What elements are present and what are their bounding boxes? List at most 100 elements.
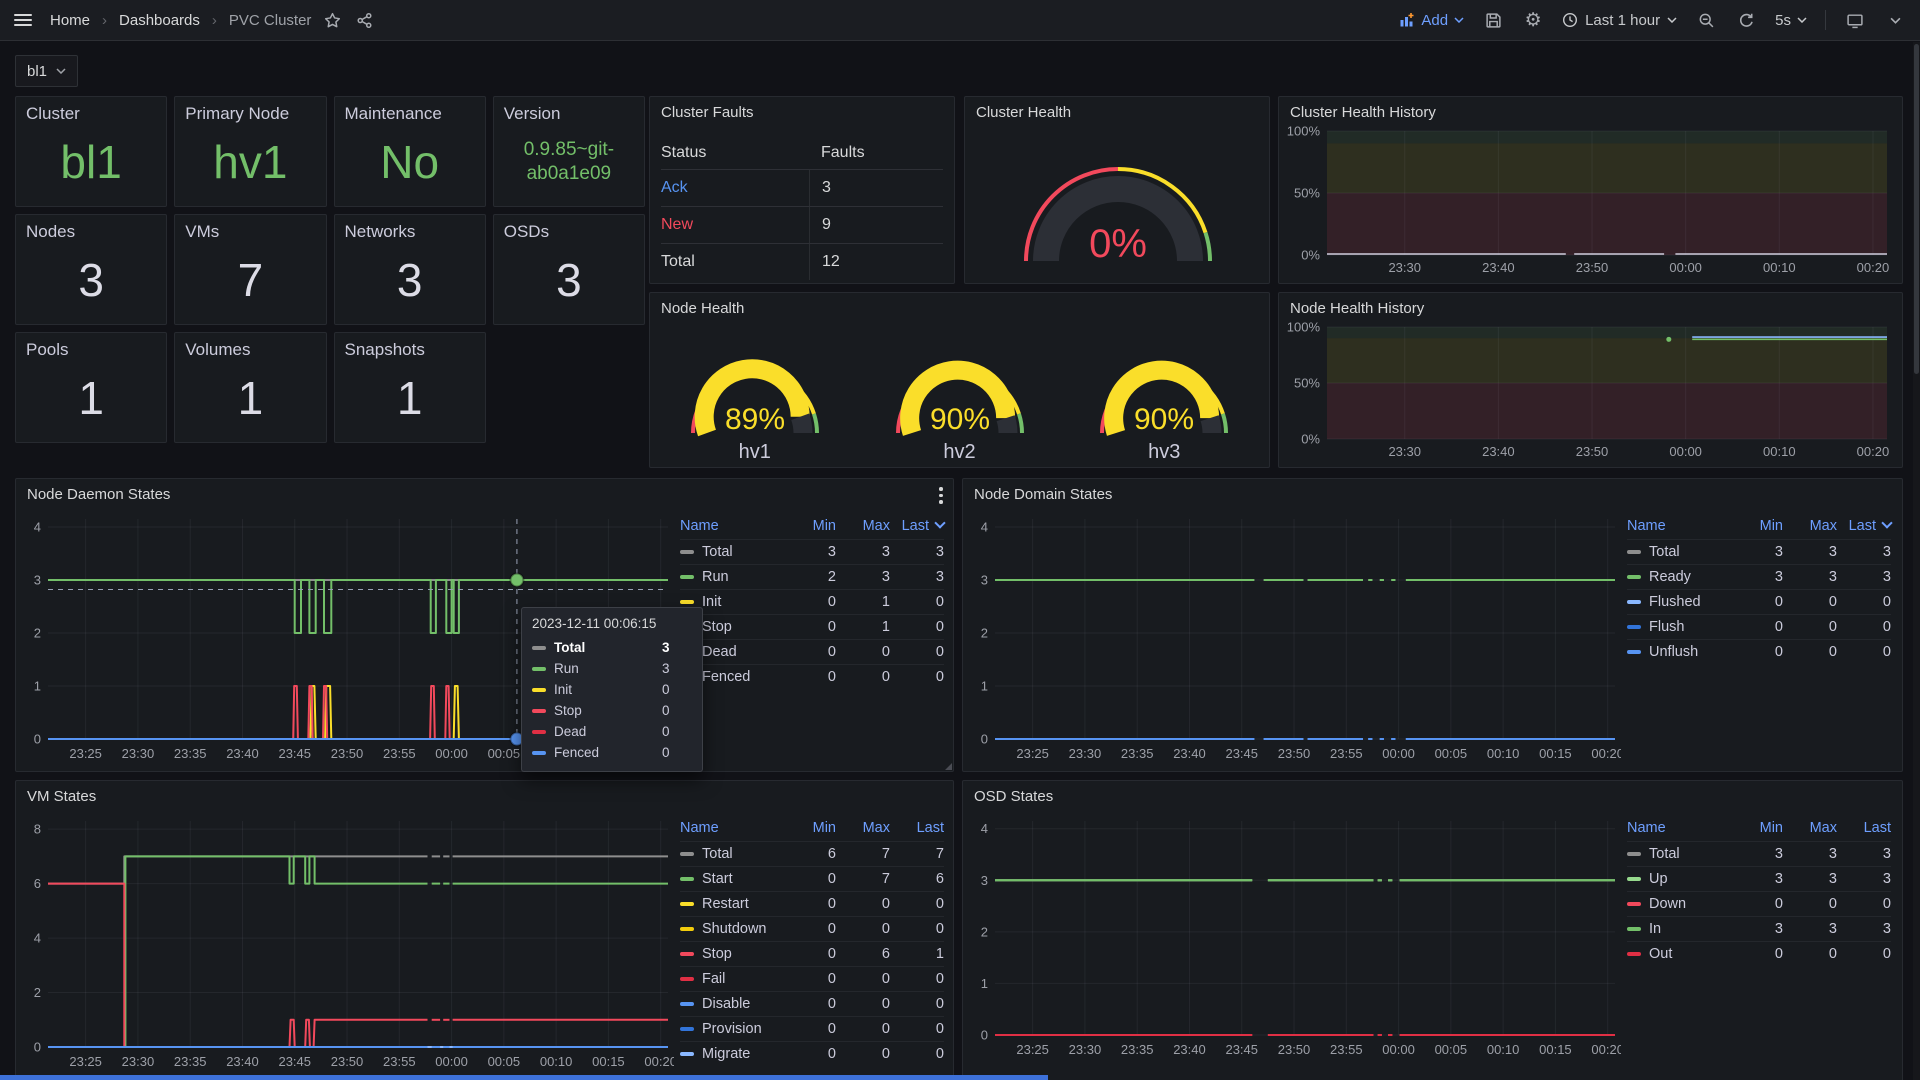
legend-header-name[interactable]: Name (1627, 518, 1729, 534)
horizontal-scrollbar-thumb[interactable] (0, 1075, 1048, 1080)
gear-icon[interactable]: ⚙ (1522, 9, 1544, 31)
chevron-down-icon[interactable] (1884, 9, 1906, 31)
stat-title[interactable]: Networks (335, 215, 485, 242)
panel-title[interactable]: Cluster Health History (1279, 97, 1902, 127)
legend-header-last[interactable]: Last (1837, 518, 1891, 534)
legend-series-name[interactable]: Fail (680, 971, 782, 987)
vertical-scrollbar[interactable] (1913, 42, 1920, 1080)
add-button[interactable]: Add (1399, 12, 1464, 29)
stat-title[interactable]: Snapshots (335, 333, 485, 360)
panel-title[interactable]: VM States (16, 781, 953, 811)
time-range-picker[interactable]: Last 1 hour (1562, 12, 1677, 29)
stat-panel-cluster: Clusterbl1 (15, 96, 167, 207)
breadcrumb-dashboards[interactable]: Dashboards (119, 12, 200, 29)
svg-text:00:10: 00:10 (1763, 260, 1796, 275)
breadcrumb-home[interactable]: Home (50, 12, 90, 29)
legend-max: 3 (836, 544, 890, 560)
legend-series-name[interactable]: Up (1627, 871, 1729, 887)
svg-text:23:55: 23:55 (1330, 1042, 1363, 1057)
legend-header-min[interactable]: Min (782, 820, 836, 836)
legend-header-name[interactable]: Name (680, 820, 782, 836)
refresh-icon[interactable] (1735, 9, 1757, 31)
legend-series-name[interactable]: Flushed (1627, 594, 1729, 610)
panel-title[interactable]: OSD States (963, 781, 1902, 811)
legend-series-name[interactable]: Run (680, 569, 782, 585)
stat-title[interactable]: Volumes (175, 333, 325, 360)
node-health-history-chart[interactable]: 0%50%100%23:3023:4023:5000:0000:1000:20 (1285, 321, 1897, 463)
stat-value: 0.9.85~git-ab0a1e09 (494, 121, 644, 202)
variable-dropdown[interactable]: bl1 (15, 55, 78, 87)
stat-title[interactable]: Maintenance (335, 97, 485, 124)
legend-series-name[interactable]: Restart (680, 896, 782, 912)
legend-header-last[interactable]: Last (890, 820, 944, 836)
legend-series-name[interactable]: Unflush (1627, 644, 1729, 660)
svg-text:23:55: 23:55 (383, 746, 416, 761)
save-icon[interactable] (1482, 9, 1504, 31)
vm-states-chart[interactable]: 0246823:2523:3023:3523:4023:4523:5023:55… (24, 813, 674, 1073)
refresh-interval-select[interactable]: 5s (1775, 12, 1807, 29)
legend-series-name[interactable]: In (1627, 921, 1729, 937)
menu-icon[interactable] (14, 9, 32, 31)
legend-series-name[interactable]: Migrate (680, 1046, 782, 1062)
legend-header-max[interactable]: Max (1783, 518, 1837, 534)
legend-series-name[interactable]: Disable (680, 996, 782, 1012)
legend-series-name[interactable]: Out (1627, 946, 1729, 962)
legend-header-max[interactable]: Max (1783, 820, 1837, 836)
panel-menu-icon[interactable] (939, 487, 943, 507)
legend-last: 3 (1837, 921, 1891, 937)
legend-series-name[interactable]: Flush (1627, 619, 1729, 635)
legend-label: Fenced (702, 669, 750, 685)
star-icon[interactable] (321, 9, 343, 31)
legend-series-name[interactable]: Shutdown (680, 921, 782, 937)
stat-title[interactable]: Version (494, 97, 644, 124)
legend-series-name[interactable]: Ready (1627, 569, 1729, 585)
faults-col-faults: Faults (809, 137, 943, 169)
legend-min: 0 (1729, 946, 1783, 962)
zoom-out-icon[interactable] (1695, 9, 1717, 31)
legend-row: Total333 (1627, 841, 1891, 866)
node-domain-chart[interactable]: 0123423:2523:3023:3523:4023:4523:5023:55… (971, 511, 1621, 765)
legend-series-name[interactable]: Total (1627, 846, 1729, 862)
stat-title[interactable]: Pools (16, 333, 166, 360)
legend-header-max[interactable]: Max (836, 518, 890, 534)
monitor-icon[interactable] (1844, 9, 1866, 31)
svg-text:00:20: 00:20 (644, 1054, 674, 1069)
legend-header-name[interactable]: Name (1627, 820, 1729, 836)
legend-header-min[interactable]: Min (1729, 820, 1783, 836)
legend-min: 0 (1729, 644, 1783, 660)
panel-title[interactable]: Node Health History (1279, 293, 1902, 323)
legend-label: Shutdown (702, 921, 767, 937)
panel-title[interactable]: Cluster Faults (650, 97, 954, 127)
legend-header-last[interactable]: Last (1837, 820, 1891, 836)
legend-max: 0 (836, 896, 890, 912)
vertical-scrollbar-thumb[interactable] (1914, 44, 1919, 374)
legend-header-min[interactable]: Min (782, 518, 836, 534)
legend-series-name[interactable]: Total (680, 846, 782, 862)
node-gauge-hv1: 89%hv1 (655, 319, 855, 467)
legend-series-name[interactable]: Total (1627, 544, 1729, 560)
share-icon[interactable] (353, 9, 375, 31)
cluster-health-history-chart[interactable]: 0%50%100%23:3023:4023:5000:0000:1000:20 (1285, 125, 1897, 279)
legend-series-name[interactable]: Total (680, 544, 782, 560)
osd-states-chart[interactable]: 0123423:2523:3023:3523:4023:4523:5023:55… (971, 813, 1621, 1061)
legend-min: 6 (782, 846, 836, 862)
panel-title[interactable]: Node Domain States (963, 479, 1902, 509)
legend-header-max[interactable]: Max (836, 820, 890, 836)
stat-title[interactable]: OSDs (494, 215, 644, 242)
legend-header-min[interactable]: Min (1729, 518, 1783, 534)
stat-title[interactable]: Primary Node (175, 97, 325, 124)
stat-title[interactable]: VMs (175, 215, 325, 242)
panel-resize-handle[interactable] (940, 758, 952, 770)
legend-series-name[interactable]: Provision (680, 1021, 782, 1037)
gauge-node-name: hv3 (1064, 441, 1264, 464)
stat-title[interactable]: Cluster (16, 97, 166, 124)
legend-series-name[interactable]: Down (1627, 896, 1729, 912)
faults-table-header: StatusFaults (661, 137, 943, 169)
panel-title[interactable]: Node Daemon States (16, 479, 953, 509)
legend-series-name[interactable]: Stop (680, 946, 782, 962)
legend-series-name[interactable]: Start (680, 871, 782, 887)
legend-last: 0 (890, 1046, 944, 1062)
legend-header-last[interactable]: Last (890, 518, 944, 534)
legend-header-name[interactable]: Name (680, 518, 782, 534)
stat-title[interactable]: Nodes (16, 215, 166, 242)
